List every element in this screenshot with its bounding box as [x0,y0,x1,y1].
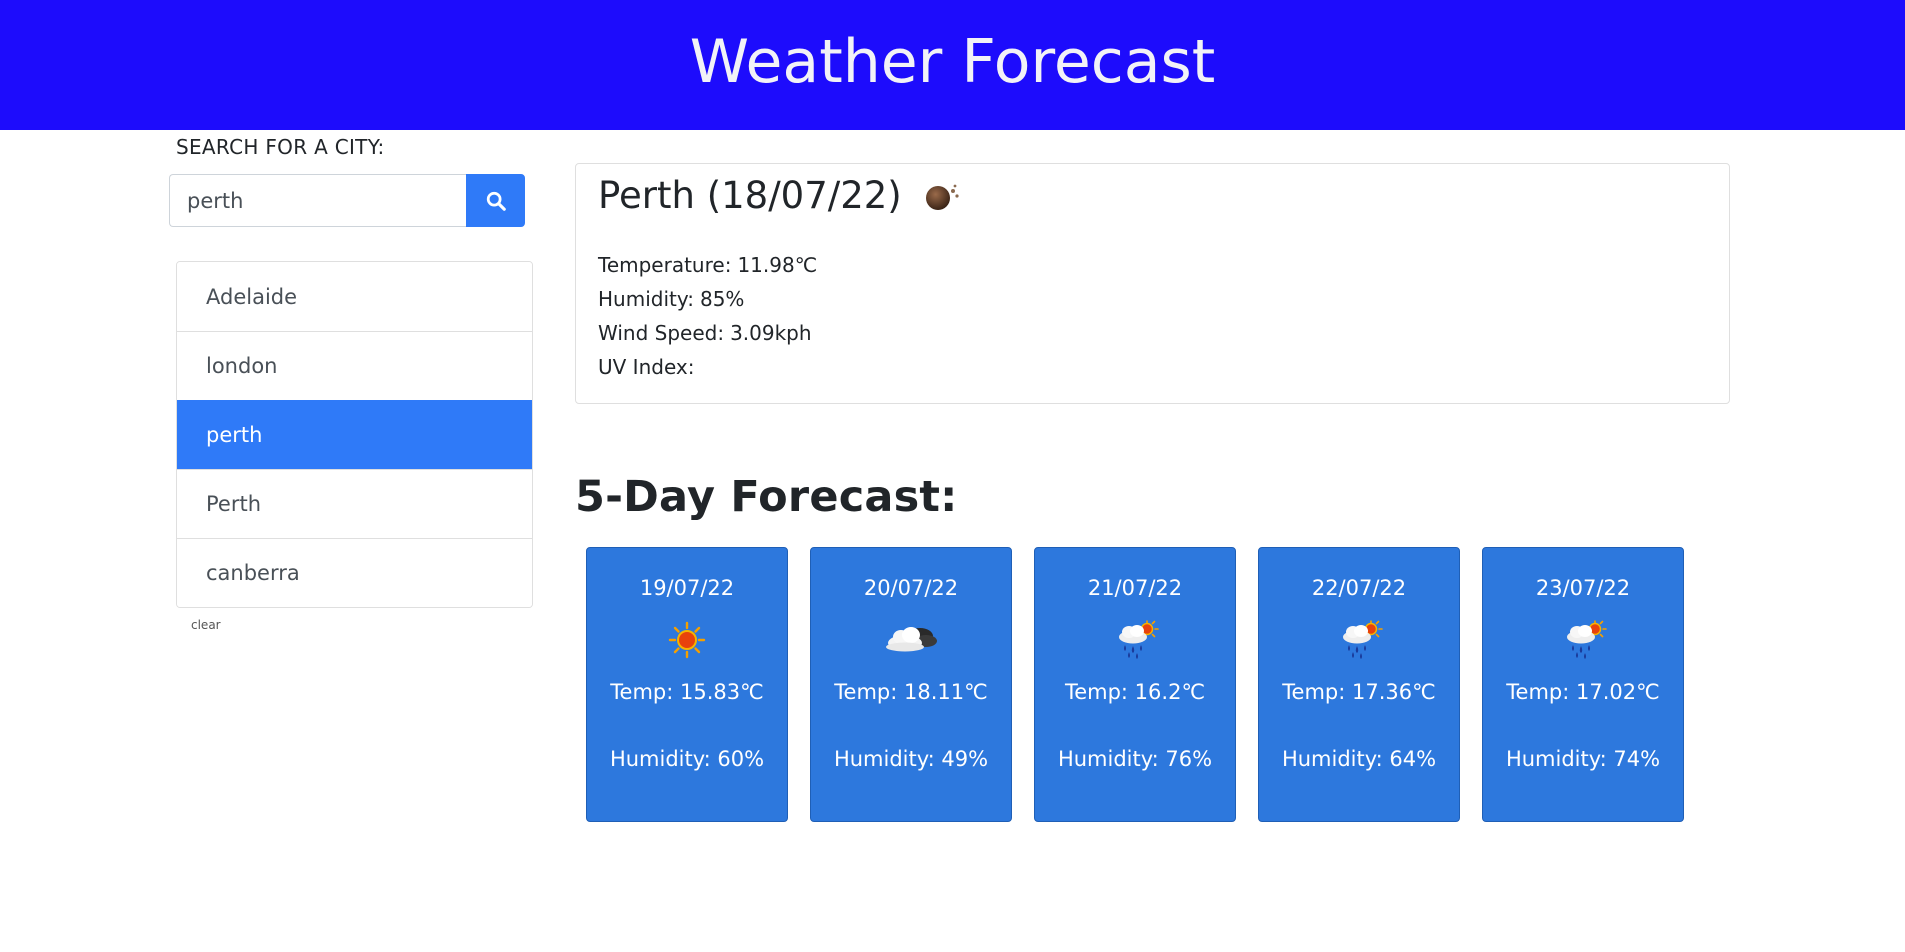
history-item-london[interactable]: london [177,331,532,400]
rain-sun-icon [1119,620,1159,659]
temperature-label: Temperature: [598,253,732,277]
forecast-heading: 5-Day Forecast: [575,472,958,522]
search-label: SEARCH FOR A CITY: [176,135,385,159]
forecast-humidity: Humidity: 76% [1057,747,1213,771]
forecast-humidity: Humidity: 60% [609,747,765,771]
search-button[interactable] [466,174,525,227]
search-icon [486,191,506,211]
forecast-day-card: 22/07/22 Temp: 17.36℃ Humidity: 64% [1258,547,1460,822]
forecast-date: 21/07/22 [1087,576,1183,600]
rain-sun-icon [1567,620,1607,659]
forecast-list: 19/07/22 Temp: 15.83℃ Humidity: 60% 20/0… [586,547,1706,822]
current-weather-card: Perth (18/07/22) Temperature: 11.98℃ Hum… [575,163,1730,404]
cloud-icon [886,627,937,652]
search-bar [169,174,525,227]
forecast-date: 19/07/22 [639,576,735,600]
forecast-temp: Temp: 15.83℃ [610,680,764,704]
forecast-day-card: 23/07/22 Temp: 17.02℃ Humidity: 74% [1482,547,1684,822]
history-item-perth[interactable]: Perth [177,469,532,538]
forecast-date: 22/07/22 [1311,576,1407,600]
sun-icon [668,621,706,659]
search-input[interactable] [169,174,466,227]
clear-history-button[interactable]: clear [191,618,221,632]
forecast-day-card: 21/07/22 Temp: 16.2℃ Humidity: 76% [1034,547,1236,822]
humidity-line: Humidity: 85% [598,282,817,316]
wind-speed-label: Wind Speed: [598,321,725,345]
history-item-perth-active[interactable]: perth [177,400,532,469]
wind-speed-line: Wind Speed: 3.09kph [598,316,817,350]
temperature-line: Temperature: 11.98℃ [598,248,817,282]
forecast-temp: Temp: 17.36℃ [1282,680,1436,704]
wind-speed-value: 3.09kph [730,321,812,345]
forecast-humidity: Humidity: 74% [1505,747,1661,771]
forecast-date: 23/07/22 [1535,576,1631,600]
city-date-heading: Perth (18/07/22) [598,174,902,217]
uv-index-label: UV Index: [598,355,695,379]
forecast-temp: Temp: 18.11℃ [834,680,988,704]
forecast-day-card: 19/07/22 Temp: 15.83℃ Humidity: 60% [586,547,788,822]
search-history-list: Adelaide london perth Perth canberra [176,261,533,608]
forecast-humidity: Humidity: 64% [1281,747,1437,771]
history-item-adelaide[interactable]: Adelaide [177,262,532,331]
forecast-humidity: Humidity: 49% [833,747,989,771]
mist-icon [922,179,962,213]
temperature-value: 11.98℃ [737,253,818,277]
humidity-value: 85% [699,287,745,311]
forecast-day-card: 20/07/22 Temp: 18.11℃ Humidity: 49% [810,547,1012,822]
current-weather-title: Perth (18/07/22) [598,174,962,217]
forecast-temp: Temp: 16.2℃ [1064,680,1206,704]
humidity-label: Humidity: [598,287,694,311]
current-weather-details: Temperature: 11.98℃ Humidity: 85% Wind S… [598,248,817,384]
app-header: Weather Forecast [0,0,1905,130]
forecast-temp: Temp: 17.02℃ [1506,680,1660,704]
app-title: Weather Forecast [689,27,1216,97]
history-item-canberra[interactable]: canberra [177,538,532,607]
uv-index-line: UV Index: [598,350,817,384]
rain-sun-icon [1343,620,1383,659]
forecast-date: 20/07/22 [863,576,959,600]
